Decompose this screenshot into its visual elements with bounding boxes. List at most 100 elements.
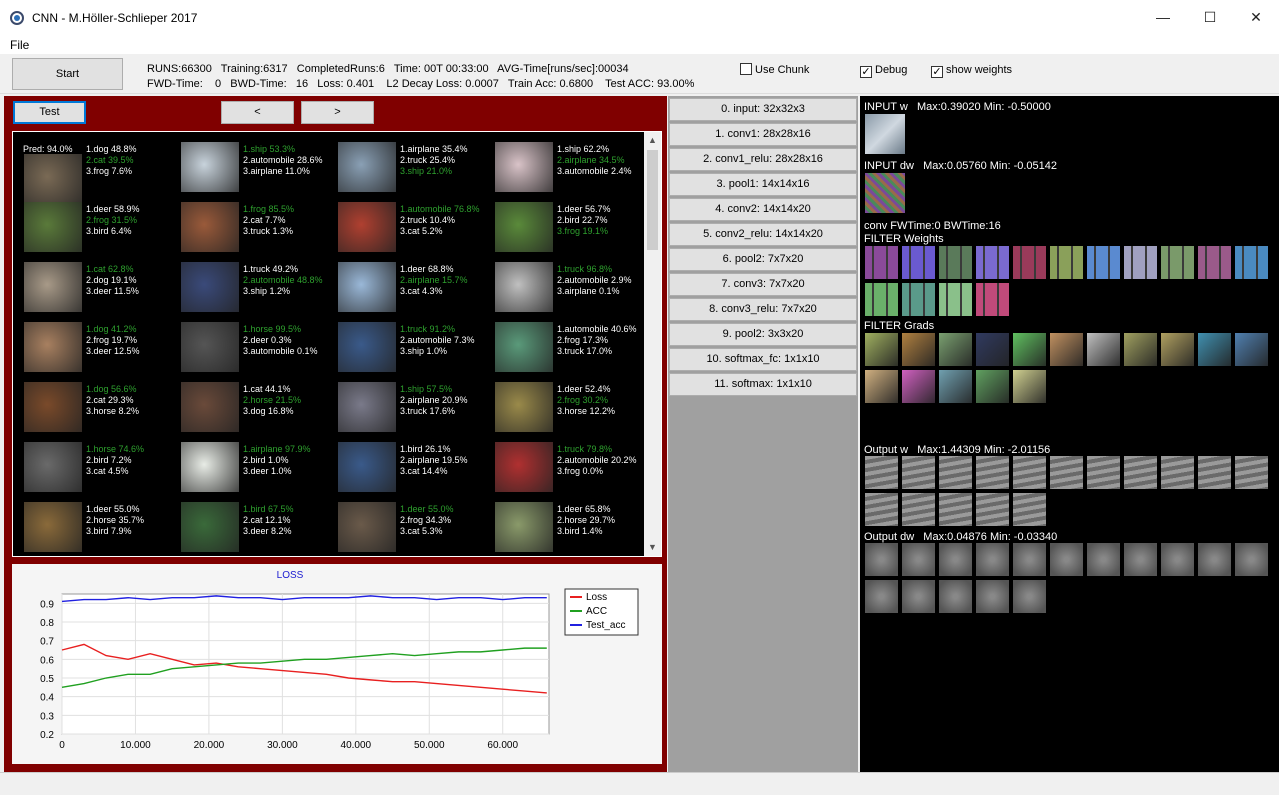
layer-button[interactable]: 10. softmax_fc: 1x1x10: [669, 348, 857, 371]
prediction-cell[interactable]: 1.deer 68.8% 2.airplane 15.7% 3.cat 4.3%: [338, 262, 495, 322]
visualization-panel: INPUT w Max:0.39020 Min: -0.50000 INPUT …: [860, 96, 1279, 772]
layer-button[interactable]: 5. conv2_relu: 14x14x20: [669, 223, 857, 246]
prediction-cell[interactable]: 1.dog 41.2% 2.frog 19.7% 3.deer 12.5%: [24, 322, 181, 382]
sample-image: [181, 382, 239, 432]
prediction-cell[interactable]: 1.deer 55.0% 2.horse 35.7% 3.bird 7.9%: [24, 502, 181, 556]
minimize-button[interactable]: —: [1140, 0, 1186, 34]
close-button[interactable]: ✕: [1233, 0, 1279, 34]
prediction-cell[interactable]: 1.truck 79.8% 2.automobile 20.2% 3.frog 0.…: [495, 442, 652, 502]
output-w-tile: [865, 456, 898, 489]
test-button[interactable]: Test: [13, 101, 86, 124]
output-w-tile: [902, 456, 935, 489]
prediction-cell[interactable]: 1.bird 26.1% 2.airplane 19.5% 3.cat 14.4%: [338, 442, 495, 502]
prediction-cell[interactable]: 1.ship 53.3% 2.automobile 28.6% 3.airplane…: [181, 142, 338, 202]
x-tick-label: 40.000: [341, 740, 372, 751]
show-weights-box[interactable]: ✓: [931, 66, 943, 78]
layer-button[interactable]: 6. pool2: 7x7x20: [669, 248, 857, 271]
prediction-cell[interactable]: 1.bird 67.5% 2.cat 12.1% 3.deer 8.2%: [181, 502, 338, 556]
prediction-text: 2.cat 7.7%: [243, 215, 286, 225]
prediction-cell[interactable]: 1.horse 99.5% 2.deer 0.3% 3.automobile 0.1…: [181, 322, 338, 382]
prediction-cell[interactable]: 1.deer 56.7% 2.bird 22.7% 3.frog 19.1%: [495, 202, 652, 262]
output-dw-tile: [902, 543, 935, 576]
prediction-cell[interactable]: 1.truck 91.2% 2.automobile 7.3% 3.ship 1.0…: [338, 322, 495, 382]
prediction-cell[interactable]: 1.deer 55.0% 2.frog 34.3% 3.cat 5.3%: [338, 502, 495, 556]
prediction-list: 1.horse 99.5% 2.deer 0.3% 3.automobile 0.1…: [243, 324, 318, 357]
layer-button[interactable]: 1. conv1: 28x28x16: [669, 123, 857, 146]
output-w-tile: [902, 493, 935, 526]
layer-button[interactable]: 11. softmax: 1x1x10: [669, 373, 857, 396]
filter-weight-tile: [1235, 246, 1268, 279]
prediction-cell[interactable]: 1.airplane 35.4% 2.truck 25.4% 3.ship 21.0…: [338, 142, 495, 202]
prediction-text: 1.truck 49.2%: [243, 264, 299, 274]
prediction-cell[interactable]: 1.ship 57.5% 2.airplane 20.9% 3.truck 17.6…: [338, 382, 495, 442]
prediction-cell[interactable]: 1.ship 62.2% 2.airplane 34.5% 3.automobile…: [495, 142, 652, 202]
output-w-tile: [939, 456, 972, 489]
menu-file[interactable]: File: [10, 38, 29, 52]
output-dw-tile: [865, 543, 898, 576]
prediction-text: 3.airplane 11.0%: [243, 166, 310, 176]
use-chunk-label: Use Chunk: [755, 64, 810, 76]
prediction-text: 2.cat 12.1%: [243, 515, 291, 525]
prediction-cell[interactable]: 1.cat 44.1% 2.horse 21.5% 3.dog 16.8%: [181, 382, 338, 442]
prediction-cell[interactable]: 1.automobile 76.8% 2.truck 10.4% 3.cat 5.2…: [338, 202, 495, 262]
prediction-cell[interactable]: 1.truck 49.2% 2.automobile 48.8% 3.ship 1.…: [181, 262, 338, 322]
prediction-cell[interactable]: 1.deer 52.4% 2.frog 30.2% 3.horse 12.2%: [495, 382, 652, 442]
layer-button[interactable]: 0. input: 32x32x3: [669, 98, 857, 121]
prediction-text: 2.automobile 20.2%: [557, 455, 637, 465]
maximize-button[interactable]: ☐: [1187, 0, 1233, 34]
filter-weight-tile: [1087, 246, 1120, 279]
output-dw-tile: [1013, 580, 1046, 613]
filter-grad-tile: [1198, 333, 1231, 366]
sample-image: [338, 442, 396, 492]
prediction-list: 1.dog 48.8% 2.cat 39.5% 3.frog 7.6%: [86, 144, 137, 177]
input-w-image: [865, 114, 905, 154]
start-button[interactable]: Start: [12, 58, 123, 90]
use-chunk-box[interactable]: [740, 63, 752, 75]
layer-button[interactable]: 2. conv1_relu: 28x28x16: [669, 148, 857, 171]
debug-box[interactable]: ✓: [860, 66, 872, 78]
layer-list: 0. input: 32x32x3 1. conv1: 28x28x16 2. co…: [668, 96, 858, 772]
sample-image: [495, 262, 553, 312]
prediction-text: 2.cat 39.5%: [86, 155, 134, 165]
output-dw-tile: [976, 543, 1009, 576]
filter-grad-tile: [1124, 333, 1157, 366]
layer-button[interactable]: 7. conv3: 7x7x20: [669, 273, 857, 296]
debug-checkbox[interactable]: ✓ Debug: [860, 64, 907, 78]
prediction-cell[interactable]: 1.airplane 97.9% 2.bird 1.0% 3.deer 1.0%: [181, 442, 338, 502]
prediction-cell[interactable]: 1.automobile 40.6% 2.frog 17.3% 3.truck 17…: [495, 322, 652, 382]
sample-image: [181, 502, 239, 552]
prev-button[interactable]: <: [221, 101, 294, 124]
prediction-list: 1.automobile 40.6% 2.frog 17.3% 3.truck 17…: [557, 324, 637, 357]
prediction-text: 2.automobile 48.8%: [243, 275, 323, 285]
prediction-cell[interactable]: 1.dog 56.6% 2.cat 29.3% 3.horse 8.2%: [24, 382, 181, 442]
layer-button[interactable]: 4. conv2: 14x14x20: [669, 198, 857, 221]
prediction-cell[interactable]: 1.dog 48.8% 2.cat 39.5% 3.frog 7.6%: [24, 142, 181, 204]
sample-image: [495, 202, 553, 252]
filter-weight-tile: [1050, 246, 1083, 279]
prediction-list: 1.horse 74.6% 2.bird 7.2% 3.cat 4.5%: [86, 444, 144, 477]
use-chunk-checkbox[interactable]: Use Chunk: [740, 63, 809, 76]
prediction-text: 2.airplane 34.5%: [557, 155, 625, 165]
output-w-tile: [1050, 456, 1083, 489]
prediction-text: 1.horse 99.5%: [243, 324, 302, 334]
prediction-cell[interactable]: 1.deer 65.8% 2.horse 29.7% 3.bird 1.4%: [495, 502, 652, 556]
prediction-cell[interactable]: 1.deer 58.9% 2.frog 31.5% 3.bird 6.4%: [24, 202, 181, 262]
prediction-cell[interactable]: 1.cat 62.8% 2.dog 19.1% 3.deer 11.5%: [24, 262, 181, 322]
prediction-cell[interactable]: 1.horse 74.6% 2.bird 7.2% 3.cat 4.5%: [24, 442, 181, 502]
prediction-text: 2.frog 30.2%: [557, 395, 609, 405]
y-tick-label: 0.9: [40, 599, 54, 610]
filter-grad-tile: [865, 333, 898, 366]
layer-button[interactable]: 8. conv3_relu: 7x7x20: [669, 298, 857, 321]
prediction-cell[interactable]: 1.truck 96.8% 2.automobile 2.9% 3.airplane…: [495, 262, 652, 322]
next-button[interactable]: >: [301, 101, 374, 124]
layer-button[interactable]: 3. pool1: 14x14x16: [669, 173, 857, 196]
loss-chart: 0.2 0.3 0.4 0.5 0.6 0.7 0.8 0.9 0 10.000 20.000 30.…: [12, 564, 662, 764]
prediction-grid[interactable]: Pred: 94.0% ▲ ▼ 1.dog 48.8% 2.cat 39.5% 3.…: [12, 131, 662, 557]
input-dw-image: [865, 173, 905, 213]
filter-grad-tile: [1013, 370, 1046, 403]
show-weights-checkbox[interactable]: ✓ show weights: [931, 64, 1012, 78]
layer-button[interactable]: 9. pool2: 3x3x20: [669, 323, 857, 346]
x-tick-label: 50.000: [414, 740, 445, 751]
prediction-cell[interactable]: 1.frog 85.5% 2.cat 7.7% 3.truck 1.3%: [181, 202, 338, 262]
prediction-list: 1.bird 67.5% 2.cat 12.1% 3.deer 8.2%: [243, 504, 294, 537]
